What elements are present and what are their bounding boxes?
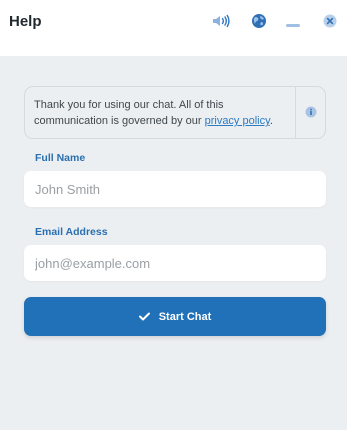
window-title: Help — [9, 13, 42, 30]
sound-icon[interactable] — [212, 12, 230, 30]
full-name-input[interactable] — [24, 171, 326, 207]
close-icon[interactable] — [321, 12, 339, 30]
start-chat-label: Start Chat — [158, 310, 212, 323]
notice-divider — [295, 87, 296, 138]
privacy-policy-link[interactable]: privacy policy — [205, 115, 270, 127]
title-bar: Help — [0, 0, 347, 56]
globe-icon[interactable] — [250, 12, 268, 30]
notice-body: Thank you for using our chat. All of thi… — [34, 99, 224, 127]
privacy-notice: Thank you for using our chat. All of thi… — [24, 86, 326, 139]
start-chat-button[interactable]: Start Chat — [24, 297, 326, 336]
full-name-label: Full Name — [35, 152, 86, 164]
notice-end: . — [269, 115, 273, 127]
info-icon[interactable] — [305, 106, 317, 118]
chat-window: Help Thank you for using our chat. All o… — [0, 0, 347, 430]
notice-text: Thank you for using our chat. All of thi… — [34, 97, 296, 129]
minimize-icon[interactable] — [284, 12, 302, 30]
email-input[interactable] — [24, 245, 326, 281]
email-label: Email Address — [35, 226, 108, 238]
check-icon — [138, 312, 150, 321]
